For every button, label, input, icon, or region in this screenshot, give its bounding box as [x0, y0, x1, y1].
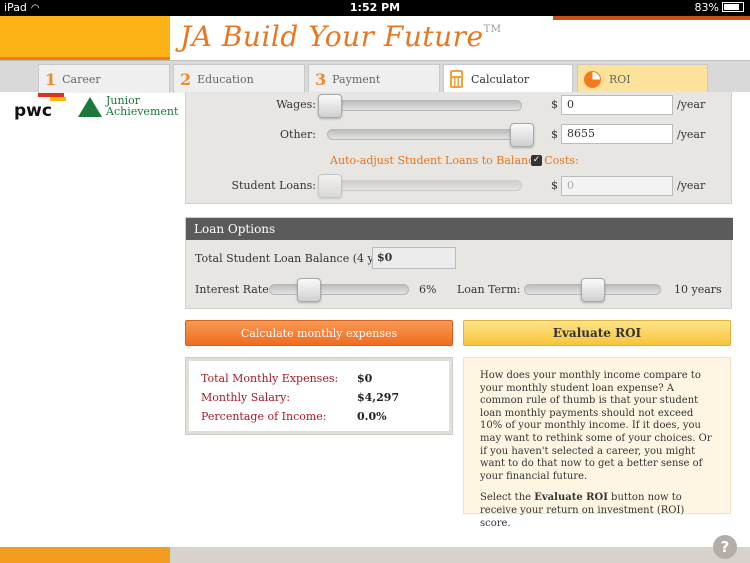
loan-options-header: Loan Options: [186, 218, 733, 240]
wages-label: Wages:: [276, 98, 316, 111]
interest-rate-slider-thumb[interactable]: [297, 278, 321, 302]
percent-income-value: 0.0%: [357, 410, 387, 423]
monthly-salary-value: $4,297: [357, 391, 400, 404]
loan-term-value: 10 years: [674, 283, 722, 296]
student-loans-label: Student Loans:: [231, 179, 316, 192]
interest-rate-value: 6%: [419, 283, 437, 296]
info-box: How does your monthly income compare to …: [463, 357, 731, 529]
tab-number: 2: [180, 69, 192, 89]
tab-label: Education: [197, 72, 254, 86]
calculate-expenses-button[interactable]: Calculate monthly expenses: [185, 320, 453, 346]
student-loans-currency: $: [551, 179, 558, 192]
tab-calculator[interactable]: Calculator: [443, 64, 573, 93]
tab-payment[interactable]: 3 Payment: [308, 64, 440, 93]
wages-currency: $: [551, 98, 558, 111]
battery-icon: [722, 2, 744, 12]
student-loans-slider[interactable]: [318, 174, 522, 198]
wages-slider[interactable]: [318, 94, 522, 118]
evaluate-roi-button[interactable]: Evaluate ROI: [463, 320, 731, 346]
loan-term-slider[interactable]: [524, 278, 661, 302]
footer-orange-bar: [0, 547, 170, 563]
wages-input[interactable]: 0: [561, 95, 673, 115]
tab-label: Payment: [332, 72, 381, 86]
header-stripe: [553, 16, 750, 20]
tab-number: 3: [315, 69, 327, 89]
interest-rate-label: Interest Rate:: [195, 283, 273, 296]
app-title: JA Build Your FutureTM: [180, 20, 502, 53]
student-loans-slider-thumb[interactable]: [318, 174, 342, 198]
other-label: Other:: [280, 128, 316, 141]
tab-number: 1: [45, 69, 57, 89]
status-time: 1:52 PM: [349, 1, 401, 14]
loan-term-slider-thumb[interactable]: [581, 278, 605, 302]
interest-rate-slider[interactable]: [269, 278, 409, 302]
other-currency: $: [551, 128, 558, 141]
status-battery: 83%: [695, 1, 744, 14]
tab-bar: 1 Career 2 Education 3 Payment Calculato…: [0, 60, 750, 93]
junior-achievement-logo: Junior Achievement: [78, 95, 178, 121]
footer-bar: [170, 547, 750, 563]
other-slider[interactable]: [327, 123, 534, 147]
percent-income-label: Percentage of Income:: [201, 410, 327, 423]
tab-career[interactable]: 1 Career: [38, 64, 170, 93]
help-icon[interactable]: ?: [713, 535, 737, 559]
wages-unit: /year: [677, 98, 706, 111]
total-expenses-label: Total Monthly Expenses:: [201, 372, 339, 385]
loan-balance-value: $0: [372, 247, 456, 269]
tab-roi[interactable]: ROI: [577, 64, 708, 93]
calculator-icon: [450, 70, 463, 88]
loan-options-panel: Loan Options Total Student Loan Balance …: [185, 217, 733, 309]
student-loans-input[interactable]: 0: [561, 176, 673, 196]
pwc-logo: pwc: [14, 93, 72, 123]
header-orange-block: [0, 16, 170, 60]
results-box: Total Monthly Expenses: $0 Monthly Salar…: [186, 358, 452, 434]
total-expenses-value: $0: [357, 372, 373, 385]
auto-adjust-checkbox[interactable]: ✓: [531, 155, 542, 166]
other-input[interactable]: 8655: [561, 124, 673, 144]
student-loans-unit: /year: [677, 179, 706, 192]
info-paragraph: How does your monthly income compare to …: [480, 370, 712, 482]
tab-label: ROI: [609, 72, 631, 86]
pie-chart-icon: [584, 70, 601, 88]
other-slider-thumb[interactable]: [510, 123, 534, 147]
trademark: TM: [483, 24, 502, 35]
loan-term-label: Loan Term:: [457, 283, 521, 296]
monthly-salary-label: Monthly Salary:: [201, 391, 291, 404]
tab-label: Career: [62, 72, 101, 86]
tab-education[interactable]: 2 Education: [173, 64, 305, 93]
tab-label: Calculator: [471, 72, 530, 86]
other-unit: /year: [677, 128, 706, 141]
status-bar: iPad ◠ 1:52 PM 83%: [0, 0, 750, 16]
info-paragraph: Select the Evaluate ROI button now to re…: [480, 492, 685, 529]
wages-slider-thumb[interactable]: [318, 94, 342, 118]
